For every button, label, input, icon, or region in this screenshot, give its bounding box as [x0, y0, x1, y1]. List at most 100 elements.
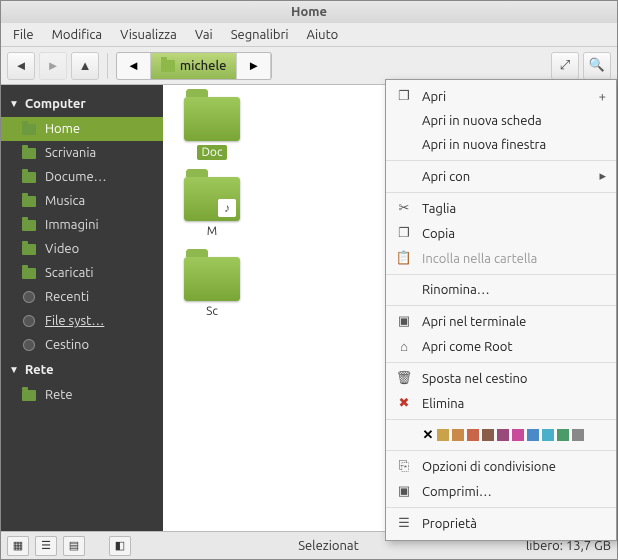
- view-list-button[interactable]: ☰: [35, 536, 57, 556]
- folder-icon: [22, 220, 36, 231]
- ctx-color-row: ✕: [386, 423, 616, 447]
- forward-button[interactable]: ►: [39, 52, 67, 80]
- separator: [386, 362, 616, 363]
- separator: [386, 305, 616, 306]
- sidebar-item[interactable]: Home: [1, 117, 163, 141]
- color-swatch[interactable]: [542, 429, 554, 441]
- drive-icon: [23, 315, 35, 327]
- ctx-open-with[interactable]: Apri con▸: [386, 164, 616, 189]
- sidebar-category[interactable]: ▼ Computer: [1, 91, 163, 117]
- sidebar-item[interactable]: Scrivania: [1, 141, 163, 165]
- color-swatch[interactable]: [527, 429, 539, 441]
- view-compact-button[interactable]: ▤: [63, 536, 85, 556]
- sidebar: ▼ Computer Home ScrivaniaDocume… Musica Immag…: [1, 85, 163, 531]
- folder-icon: [22, 196, 36, 207]
- up-button[interactable]: ▲: [71, 52, 99, 80]
- path-current[interactable]: michele: [151, 53, 238, 79]
- sidebar-item[interactable]: Scaricati: [1, 261, 163, 285]
- sidebar-item[interactable]: Cestino: [1, 333, 163, 357]
- sidebar-item[interactable]: Recenti: [1, 285, 163, 309]
- color-swatch[interactable]: [557, 429, 569, 441]
- ctx-delete[interactable]: ✖Elimina: [386, 391, 616, 416]
- sidebar-item[interactable]: Immagini: [1, 213, 163, 237]
- chevron-down-icon: ▼: [9, 98, 19, 110]
- sidebar-item-label: Recenti: [45, 290, 89, 304]
- sidebar-item-label: Home: [45, 122, 80, 136]
- ctx-cut[interactable]: ✂Taglia: [386, 196, 616, 221]
- search-button[interactable]: 🔍: [583, 52, 611, 80]
- color-swatch[interactable]: [572, 429, 584, 441]
- ctx-paste: 📋Incolla nella cartella: [386, 246, 616, 271]
- plus-icon: +: [599, 90, 606, 104]
- view-icons-button[interactable]: ▦: [7, 536, 29, 556]
- sidebar-toggle-button[interactable]: ◧: [109, 536, 131, 556]
- menu-bookmarks[interactable]: Segnalibri: [223, 26, 297, 44]
- path-next[interactable]: ►: [237, 53, 271, 79]
- folder-item[interactable]: ♪M: [173, 177, 251, 238]
- context-menu: ❐Apri+ Apri in nuova scheda Apri in nuov…: [385, 79, 617, 541]
- ctx-share[interactable]: ⎘Opzioni di condivisione: [386, 454, 616, 479]
- folder-item[interactable]: Doc: [173, 97, 251, 160]
- menubar: File Modifica Visualizza Vai Segnalibri …: [1, 23, 617, 47]
- root-icon: ⌂: [396, 339, 412, 354]
- folder-label: Doc: [197, 145, 226, 160]
- status-selection: Selezionat: [298, 539, 359, 553]
- sidebar-item-label: Musica: [45, 194, 85, 208]
- path-current-label: michele: [180, 59, 227, 73]
- sidebar-item-label: Video: [45, 242, 79, 256]
- sidebar-item-label: File syst…: [45, 314, 104, 328]
- menu-view[interactable]: Visualizza: [112, 26, 185, 44]
- menu-help[interactable]: Aiuto: [299, 26, 347, 44]
- ctx-open[interactable]: ❐Apri+: [386, 84, 616, 109]
- back-button[interactable]: ◄: [7, 52, 35, 80]
- chevron-right-icon: ▸: [599, 169, 606, 184]
- sidebar-item[interactable]: Rete: [1, 383, 163, 407]
- ctx-root[interactable]: ⌂Apri come Root: [386, 334, 616, 359]
- menu-edit[interactable]: Modifica: [44, 26, 110, 44]
- fullscreen-button[interactable]: ⤢: [551, 52, 579, 80]
- window-icon: ❐: [396, 89, 412, 104]
- color-swatch[interactable]: [467, 429, 479, 441]
- sidebar-item-label: Immagini: [45, 218, 99, 232]
- separator: [386, 160, 616, 161]
- ctx-rename[interactable]: Rinomina…: [386, 278, 616, 302]
- sidebar-category-label: Rete: [25, 363, 54, 377]
- ctx-open-tab[interactable]: Apri in nuova scheda: [386, 109, 616, 133]
- color-swatch[interactable]: [497, 429, 509, 441]
- folder-icon: [22, 244, 36, 255]
- paste-icon: 📋: [396, 251, 412, 266]
- menu-go[interactable]: Vai: [187, 26, 221, 44]
- ctx-open-win[interactable]: Apri in nuova finestra: [386, 133, 616, 157]
- folder-icon: [161, 60, 175, 72]
- ctx-properties[interactable]: ☰Proprietà: [386, 511, 616, 536]
- trash-icon: 🗑: [396, 371, 412, 386]
- ctx-terminal[interactable]: ▣Apri nel terminale: [386, 309, 616, 334]
- sidebar-item[interactable]: Musica: [1, 189, 163, 213]
- color-swatch[interactable]: [452, 429, 464, 441]
- sidebar-item[interactable]: Video: [1, 237, 163, 261]
- scissors-icon: ✂: [396, 201, 412, 216]
- color-swatch[interactable]: [482, 429, 494, 441]
- folder-icon: [22, 172, 36, 183]
- sidebar-category[interactable]: ▼Rete: [1, 357, 163, 383]
- color-none[interactable]: ✕: [422, 429, 434, 441]
- sidebar-category-label: Computer: [25, 97, 86, 111]
- separator: [386, 419, 616, 420]
- folder-label: Sc: [206, 305, 218, 318]
- path-bar: ◄ michele ►: [116, 52, 272, 80]
- color-swatch[interactable]: [512, 429, 524, 441]
- color-swatch[interactable]: [437, 429, 449, 441]
- ctx-trash[interactable]: 🗑Sposta nel cestino: [386, 366, 616, 391]
- sidebar-item-label: Scaricati: [45, 266, 94, 280]
- ctx-compress[interactable]: ▣Comprimi…: [386, 479, 616, 504]
- folder-item[interactable]: Sc: [173, 257, 251, 318]
- window-title: Home: [1, 1, 617, 23]
- sidebar-item[interactable]: File syst…: [1, 309, 163, 333]
- separator: [107, 53, 108, 79]
- terminal-icon: ▣: [396, 314, 412, 329]
- file-view[interactable]: ❐Apri+ Apri in nuova scheda Apri in nuov…: [163, 85, 617, 531]
- ctx-copy[interactable]: ❐Copia: [386, 221, 616, 246]
- path-prev[interactable]: ◄: [117, 53, 151, 79]
- menu-file[interactable]: File: [5, 26, 42, 44]
- sidebar-item[interactable]: Docume…: [1, 165, 163, 189]
